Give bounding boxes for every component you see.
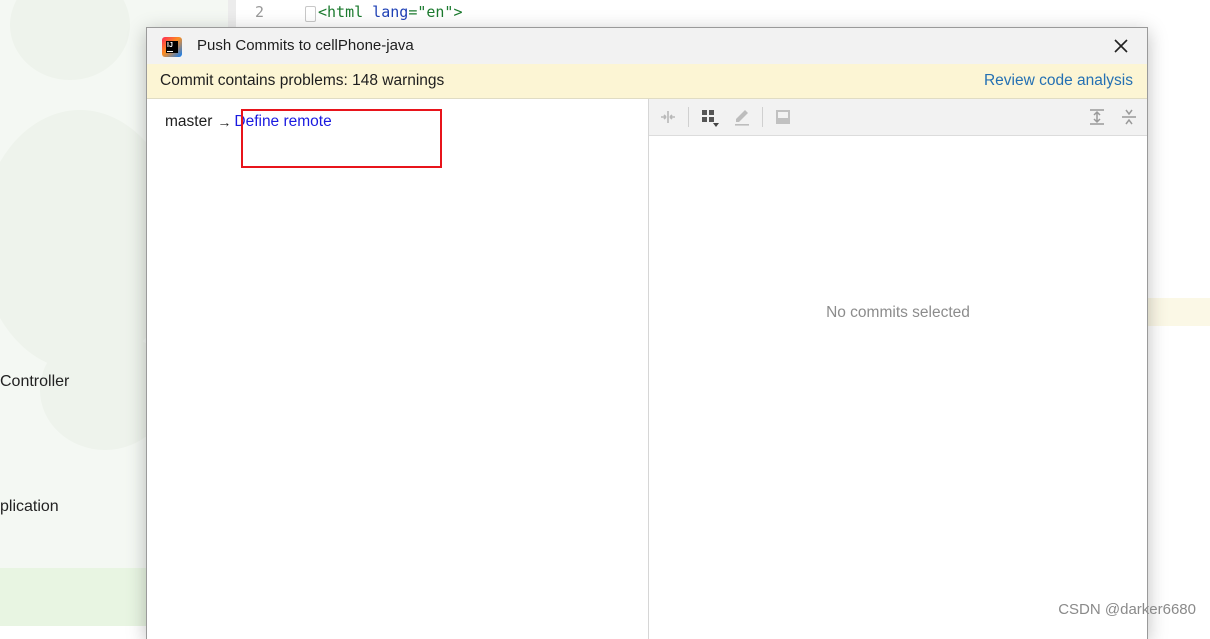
branch-row[interactable]: master → Define remote xyxy=(165,109,442,168)
code-token: > xyxy=(453,3,463,21)
collapse-icon xyxy=(661,111,675,123)
edit-icon xyxy=(735,110,749,126)
preview-icon xyxy=(776,110,790,124)
warning-banner: Commit contains problems: 148 warnings R… xyxy=(147,64,1147,99)
collapse-all-icon xyxy=(1122,109,1136,125)
code-token: lang xyxy=(363,3,409,21)
close-icon xyxy=(1114,39,1128,53)
code-token: < xyxy=(318,3,328,21)
review-code-analysis-link[interactable]: Review code analysis xyxy=(984,72,1133,90)
annotation-highlight-box xyxy=(241,109,442,168)
push-commits-dialog: IJ Push Commits to cellPhone-java Commit… xyxy=(146,27,1148,639)
commit-details-pane: No commits selected xyxy=(649,99,1147,639)
line-number: 2 xyxy=(255,3,265,21)
edit-button[interactable] xyxy=(731,106,753,128)
toolbar-separator xyxy=(688,107,689,127)
code-token: = xyxy=(408,3,418,21)
branch-name: master xyxy=(165,113,213,130)
toolbar-separator xyxy=(762,107,763,127)
intellij-logo-icon: IJ xyxy=(162,37,182,57)
arrow-right-icon: → xyxy=(217,114,232,130)
project-tree-item[interactable]: plication xyxy=(0,498,59,516)
code-line: <html lang="en"> xyxy=(318,3,463,21)
empty-state-message: No commits selected xyxy=(826,304,970,321)
group-by-icon xyxy=(702,110,719,127)
group-by-button[interactable] xyxy=(699,106,721,128)
commits-tree-pane: master → Define remote xyxy=(147,99,648,639)
dialog-title: Push Commits to cellPhone-java xyxy=(197,37,414,54)
collapse-button[interactable] xyxy=(657,106,679,128)
fold-marker-icon[interactable] xyxy=(305,6,316,22)
collapse-all-button[interactable] xyxy=(1118,106,1140,128)
close-button[interactable] xyxy=(1109,34,1133,58)
code-token: "en" xyxy=(417,3,454,21)
watermark: CSDN @darker6680 xyxy=(1058,601,1196,618)
preview-button[interactable] xyxy=(772,106,794,128)
project-tree-item[interactable]: Controller xyxy=(0,373,69,391)
code-token: html xyxy=(327,3,364,21)
dialog-titlebar[interactable]: IJ Push Commits to cellPhone-java xyxy=(147,28,1147,64)
expand-all-icon xyxy=(1090,109,1104,125)
editor-line-highlight xyxy=(1146,298,1210,326)
warning-message: Commit contains problems: 148 warnings xyxy=(160,72,445,89)
background-decoration xyxy=(10,0,130,80)
expand-all-button[interactable] xyxy=(1086,106,1108,128)
details-toolbar xyxy=(649,99,1147,136)
